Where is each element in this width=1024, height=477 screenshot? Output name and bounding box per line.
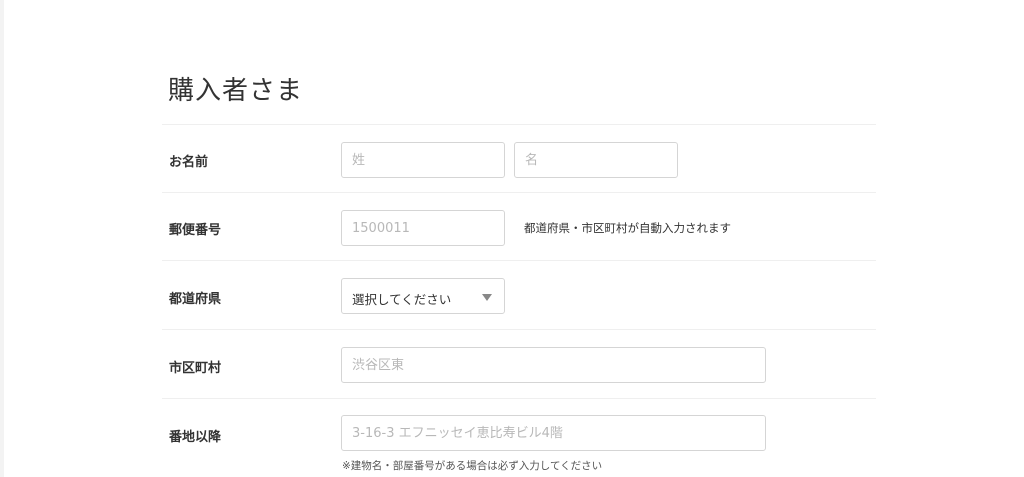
purchaser-form-card: 購入者さま お名前 郵便番号 都道府県・市区町村が自動入力されます 都道府県 選… bbox=[4, 0, 1024, 477]
city-label: 市区町村 bbox=[169, 361, 222, 376]
chevron-down-icon bbox=[482, 294, 492, 301]
prefecture-select[interactable]: 選択してください bbox=[341, 278, 505, 314]
address-note: ※建物名・部屋番号がある場合は必ず入力してください bbox=[342, 460, 603, 472]
address-label: 番地以降 bbox=[169, 430, 222, 445]
name-row: お名前 bbox=[162, 124, 876, 192]
postal-label: 郵便番号 bbox=[169, 223, 222, 238]
city-row: 市区町村 bbox=[162, 329, 876, 398]
address-row: 番地以降 ※建物名・部屋番号がある場合は必ず入力してください bbox=[162, 398, 876, 477]
section-title: 購入者さま bbox=[168, 76, 304, 106]
prefecture-select-value: 選択してください bbox=[352, 292, 452, 307]
postal-code-input[interactable] bbox=[341, 210, 505, 246]
city-input[interactable] bbox=[341, 347, 766, 383]
postal-hint: 都道府県・市区町村が自動入力されます bbox=[524, 221, 731, 235]
first-name-input[interactable] bbox=[514, 142, 678, 178]
last-name-input[interactable] bbox=[341, 142, 505, 178]
postal-row: 郵便番号 都道府県・市区町村が自動入力されます bbox=[162, 192, 876, 260]
address-input[interactable] bbox=[341, 415, 766, 451]
prefecture-label: 都道府県 bbox=[169, 292, 222, 307]
prefecture-row: 都道府県 選択してください bbox=[162, 260, 876, 329]
name-label: お名前 bbox=[169, 155, 209, 170]
